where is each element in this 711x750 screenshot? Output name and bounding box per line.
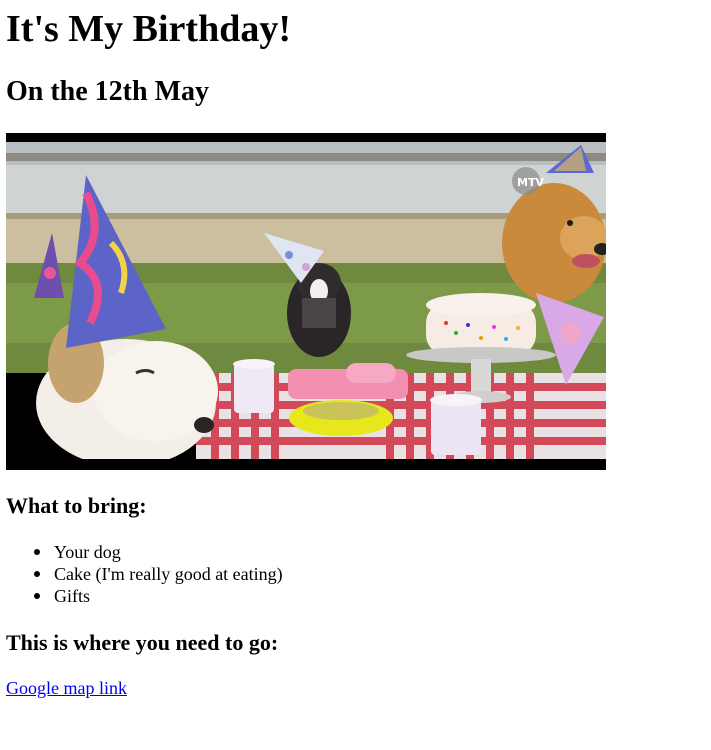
directions-heading: This is where you need to go: [6, 630, 279, 655]
list-item-label: Cake (I'm really good at eating) [54, 564, 283, 584]
bring-list: Your dog Cake (I'm really good at eating… [34, 541, 283, 607]
list-item: Your dog [34, 541, 283, 563]
google-map-link[interactable]: Google map link [6, 677, 127, 699]
bullet-icon [34, 549, 40, 555]
birthday-party-photo: MTV [6, 133, 606, 470]
list-item-label: Gifts [54, 586, 90, 606]
bullet-icon [34, 593, 40, 599]
what-to-bring-heading: What to bring: [6, 493, 147, 518]
list-item: Cake (I'm really good at eating) [34, 563, 283, 585]
birthday-party-dogs-illustration: MTV [6, 133, 606, 470]
list-item: Gifts [34, 585, 283, 607]
list-item-label: Your dog [54, 542, 121, 562]
bullet-icon [34, 571, 40, 577]
page-title: It's My Birthday! [6, 8, 291, 50]
page-subtitle: On the 12th May [6, 76, 209, 107]
mtv-watermark: MTV [517, 176, 544, 189]
